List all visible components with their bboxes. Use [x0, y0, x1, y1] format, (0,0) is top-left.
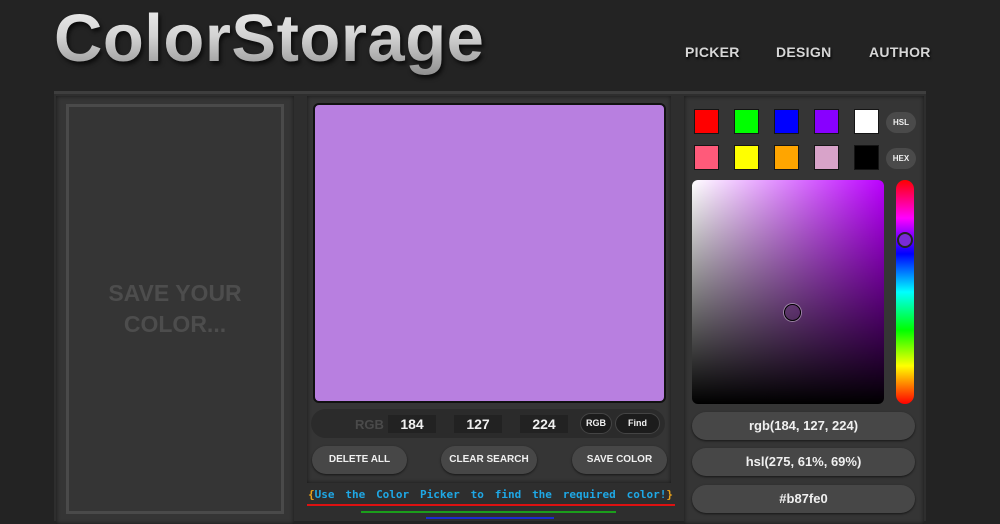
green-input[interactable]: 127: [454, 415, 502, 433]
save-color-button[interactable]: SAVE COLOR: [572, 446, 667, 474]
hint-word: Picker: [420, 488, 460, 501]
nav-design[interactable]: DESIGN: [776, 44, 831, 60]
hint-text: {Use the Color Picker to find the requir…: [308, 488, 673, 501]
saturation-value-area[interactable]: [692, 180, 884, 404]
hint-brace-close: }: [666, 488, 673, 501]
saved-colors-panel: SAVE YOUR COLOR...: [56, 96, 294, 524]
hint-word: to: [470, 488, 484, 501]
swatch-black[interactable]: [854, 145, 879, 170]
hint-word: Color: [376, 488, 410, 501]
swatch-lilac[interactable]: [814, 145, 839, 170]
hint-brace-open: {: [308, 488, 315, 501]
hint-word: the: [345, 488, 366, 501]
saved-colors-placeholder: SAVE YOUR COLOR...: [108, 280, 242, 337]
header: ColorStorage PICKER DESIGN AUTHOR: [0, 0, 1000, 92]
hint-word: color!}: [626, 488, 673, 501]
color-preview: [313, 103, 666, 403]
hue-slider[interactable]: [896, 180, 914, 404]
sv-cursor[interactable]: [784, 304, 801, 321]
blue-input[interactable]: 224: [520, 415, 568, 433]
picker-panel: HSL HEX rgb(184, 127, 224) hsl(275, 61%,…: [684, 96, 924, 524]
swatch-red[interactable]: [694, 109, 719, 134]
decor-line-red: [307, 504, 675, 506]
hsl-value[interactable]: hsl(275, 61%, 69%): [692, 448, 915, 476]
clear-search-button[interactable]: CLEAR SEARCH: [441, 446, 537, 474]
hint-word: required: [562, 488, 616, 501]
nav-author[interactable]: AUTHOR: [869, 44, 931, 60]
search-panel: RGB 184 127 224 RGB Find DELETE ALL CLEA…: [307, 96, 671, 483]
hint-word: {Use: [308, 488, 335, 501]
swatch-green[interactable]: [734, 109, 759, 134]
decor-line-blue: [426, 517, 554, 519]
decor-line-green: [361, 511, 616, 513]
hint-word: the: [532, 488, 552, 501]
hue-slider-handle[interactable]: [897, 232, 913, 248]
swatch-pink[interactable]: [694, 145, 719, 170]
nav-picker[interactable]: PICKER: [685, 44, 740, 60]
rgb-search-bar: RGB 184 127 224 RGB Find: [311, 409, 665, 438]
saved-colors-box: SAVE YOUR COLOR...: [66, 104, 284, 514]
swatch-white[interactable]: [854, 109, 879, 134]
delete-all-button[interactable]: DELETE ALL: [312, 446, 407, 474]
swatch-blue[interactable]: [774, 109, 799, 134]
rgb-value[interactable]: rgb(184, 127, 224): [692, 412, 915, 440]
red-input[interactable]: 184: [388, 415, 436, 433]
main-area: SAVE YOUR COLOR... RGB 184 127 224 RGB F…: [54, 91, 926, 524]
app-logo: ColorStorage: [54, 1, 485, 76]
hex-format-button[interactable]: HEX: [886, 148, 916, 169]
hsl-format-button[interactable]: HSL: [886, 112, 916, 133]
swatch-orange[interactable]: [774, 145, 799, 170]
find-button[interactable]: Find: [615, 413, 660, 434]
hint-word: find: [494, 488, 522, 501]
rgb-mode-button[interactable]: RGB: [580, 413, 612, 434]
rgb-label: RGB: [355, 417, 384, 432]
swatch-purple[interactable]: [814, 109, 839, 134]
hex-value[interactable]: #b87fe0: [692, 485, 915, 513]
swatch-yellow[interactable]: [734, 145, 759, 170]
